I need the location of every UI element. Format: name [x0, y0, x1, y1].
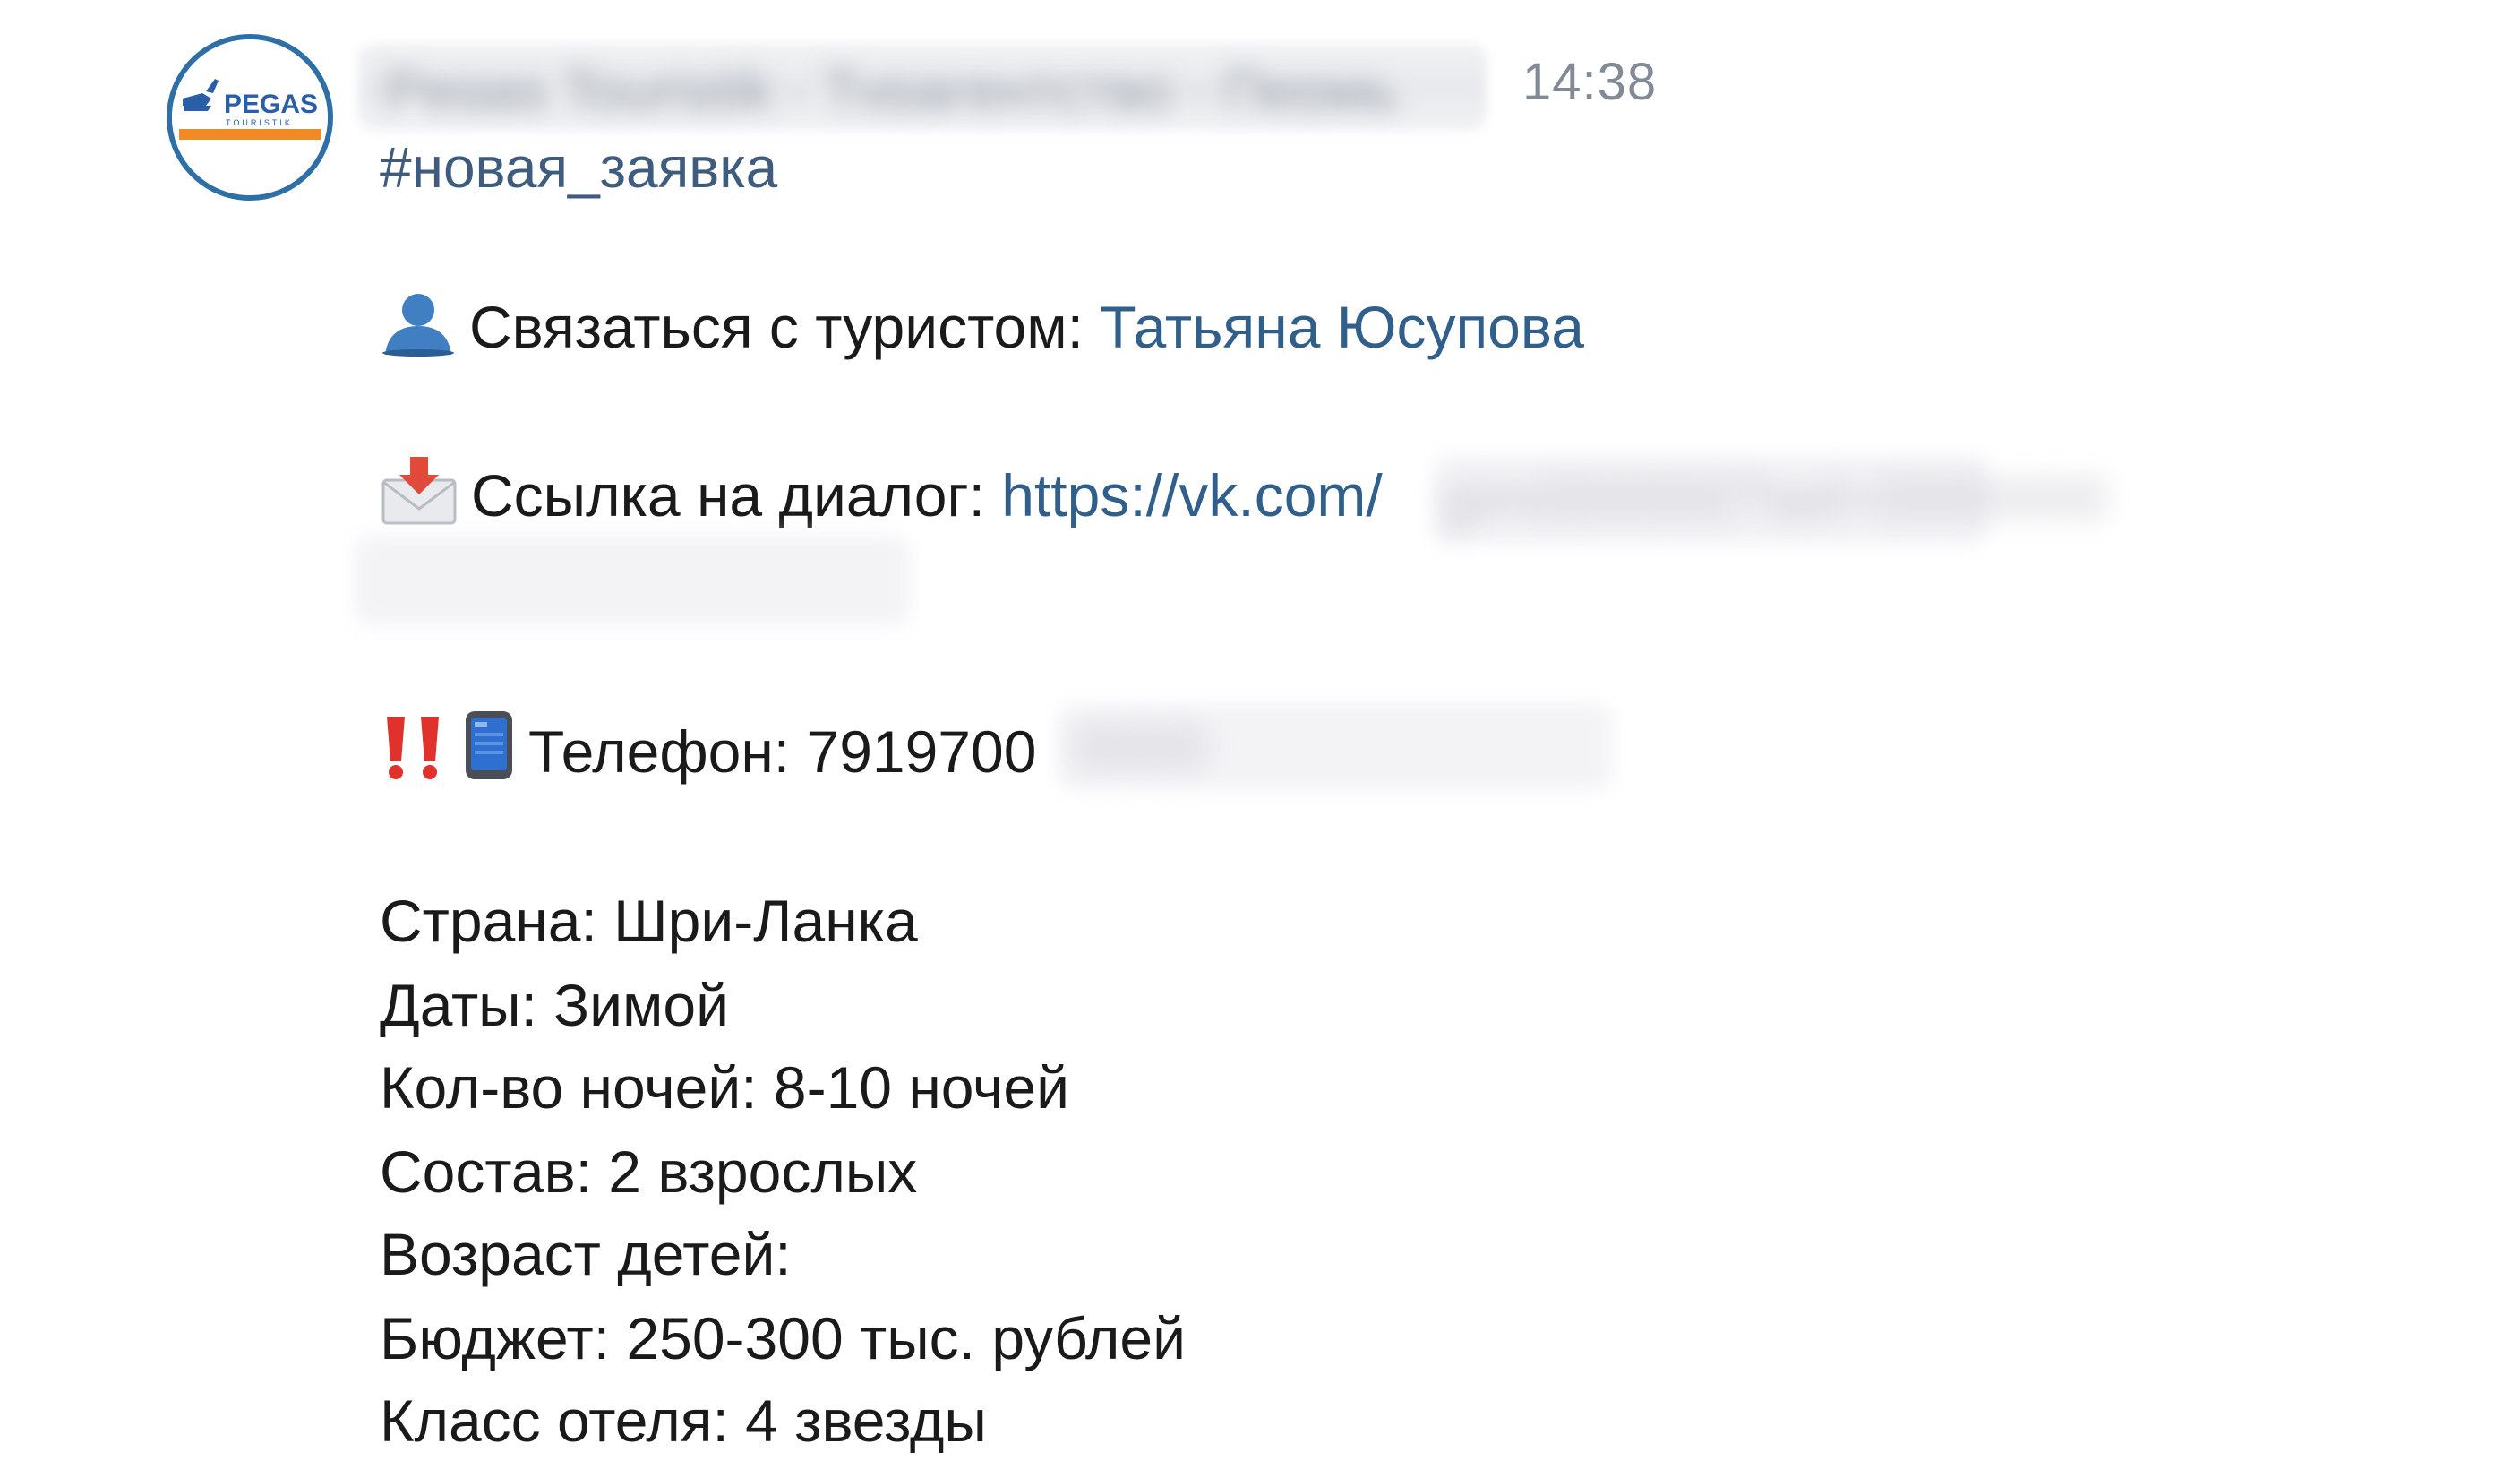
- hashtag-link[interactable]: #новая_заявка: [380, 134, 777, 201]
- user-icon: [380, 290, 457, 370]
- svg-text:TOURISTIK: TOURISTIK: [226, 118, 293, 127]
- detail-hotel-class: Класс отеля: 4 звезды: [380, 1388, 987, 1454]
- dialog-url-hidden-part: gim000000?sel=0000000: [1442, 465, 2108, 531]
- detail-budget: Бюджет: 250-300 тыс. рублей: [380, 1305, 1186, 1371]
- phone-hidden-part: 0000: [1075, 714, 1206, 780]
- contact-line: Связаться с туристом: Татьяна Юсупова: [380, 290, 1584, 370]
- sender-avatar[interactable]: PEGAS TOURISTIK: [167, 34, 333, 201]
- detail-dates: Даты: Зимой: [380, 972, 729, 1038]
- mobile-phone-icon: [462, 709, 516, 795]
- dialog-url-link[interactable]: https://vk.com/: [1001, 462, 1382, 528]
- url-redaction-line2: [355, 536, 910, 625]
- sender-name[interactable]: Pegas Touristik · Турагентство · Пермь: [385, 57, 1442, 111]
- contact-label: Связаться с туристом:: [469, 294, 1101, 360]
- tourist-name-link[interactable]: Татьяна Юсупова: [1100, 294, 1584, 360]
- chat-message: PEGAS TOURISTIK Pegas Touristik · Тураге…: [0, 0, 2520, 1478]
- dialog-line: Ссылка на диалог: https://vk.com/: [380, 455, 1383, 538]
- phone-number[interactable]: 7919700: [806, 718, 1036, 785]
- phone-line: Телефон: 7919700: [380, 709, 1036, 795]
- dialog-label: Ссылка на диалог:: [471, 462, 1002, 528]
- detail-children-age: Возраст детей:: [380, 1221, 792, 1287]
- incoming-envelope-icon: [380, 455, 459, 538]
- double-exclamation-icon: [380, 713, 450, 795]
- detail-party: Состав: 2 взрослых: [380, 1139, 918, 1205]
- phone-label: Телефон:: [528, 718, 807, 785]
- detail-country: Страна: Шри-Ланка: [380, 888, 918, 954]
- message-time: 14:38: [1522, 53, 1658, 111]
- pegas-logo-icon: PEGAS TOURISTIK: [172, 39, 328, 195]
- svg-text:PEGAS: PEGAS: [224, 90, 318, 119]
- detail-nights: Кол-во ночей: 8-10 ночей: [380, 1054, 1069, 1121]
